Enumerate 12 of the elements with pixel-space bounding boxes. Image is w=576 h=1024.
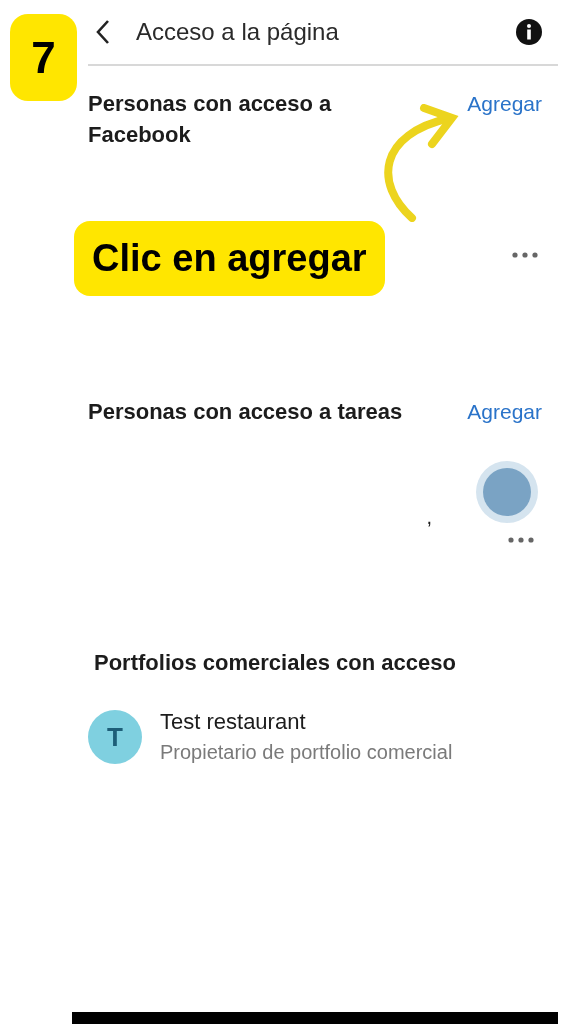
section-title: Personas con acceso a Facebook [88, 90, 333, 149]
callout: Clic en agregar [74, 221, 385, 296]
name-fragment: , [426, 507, 432, 527]
add-link[interactable]: Agregar [467, 396, 542, 427]
section-title: Personas con acceso a tareas [88, 398, 404, 426]
section-title: Portfolios comerciales con acceso [94, 649, 457, 677]
portfolio-name: Test restaurant [160, 708, 307, 736]
avatar: T [88, 710, 142, 764]
step-badge: 7 [10, 14, 77, 101]
page-title: Acceso a la página [136, 17, 339, 47]
add-link[interactable]: Agregar [467, 88, 542, 119]
portfolio-role: Propietario de portfolio comercial [160, 740, 453, 765]
